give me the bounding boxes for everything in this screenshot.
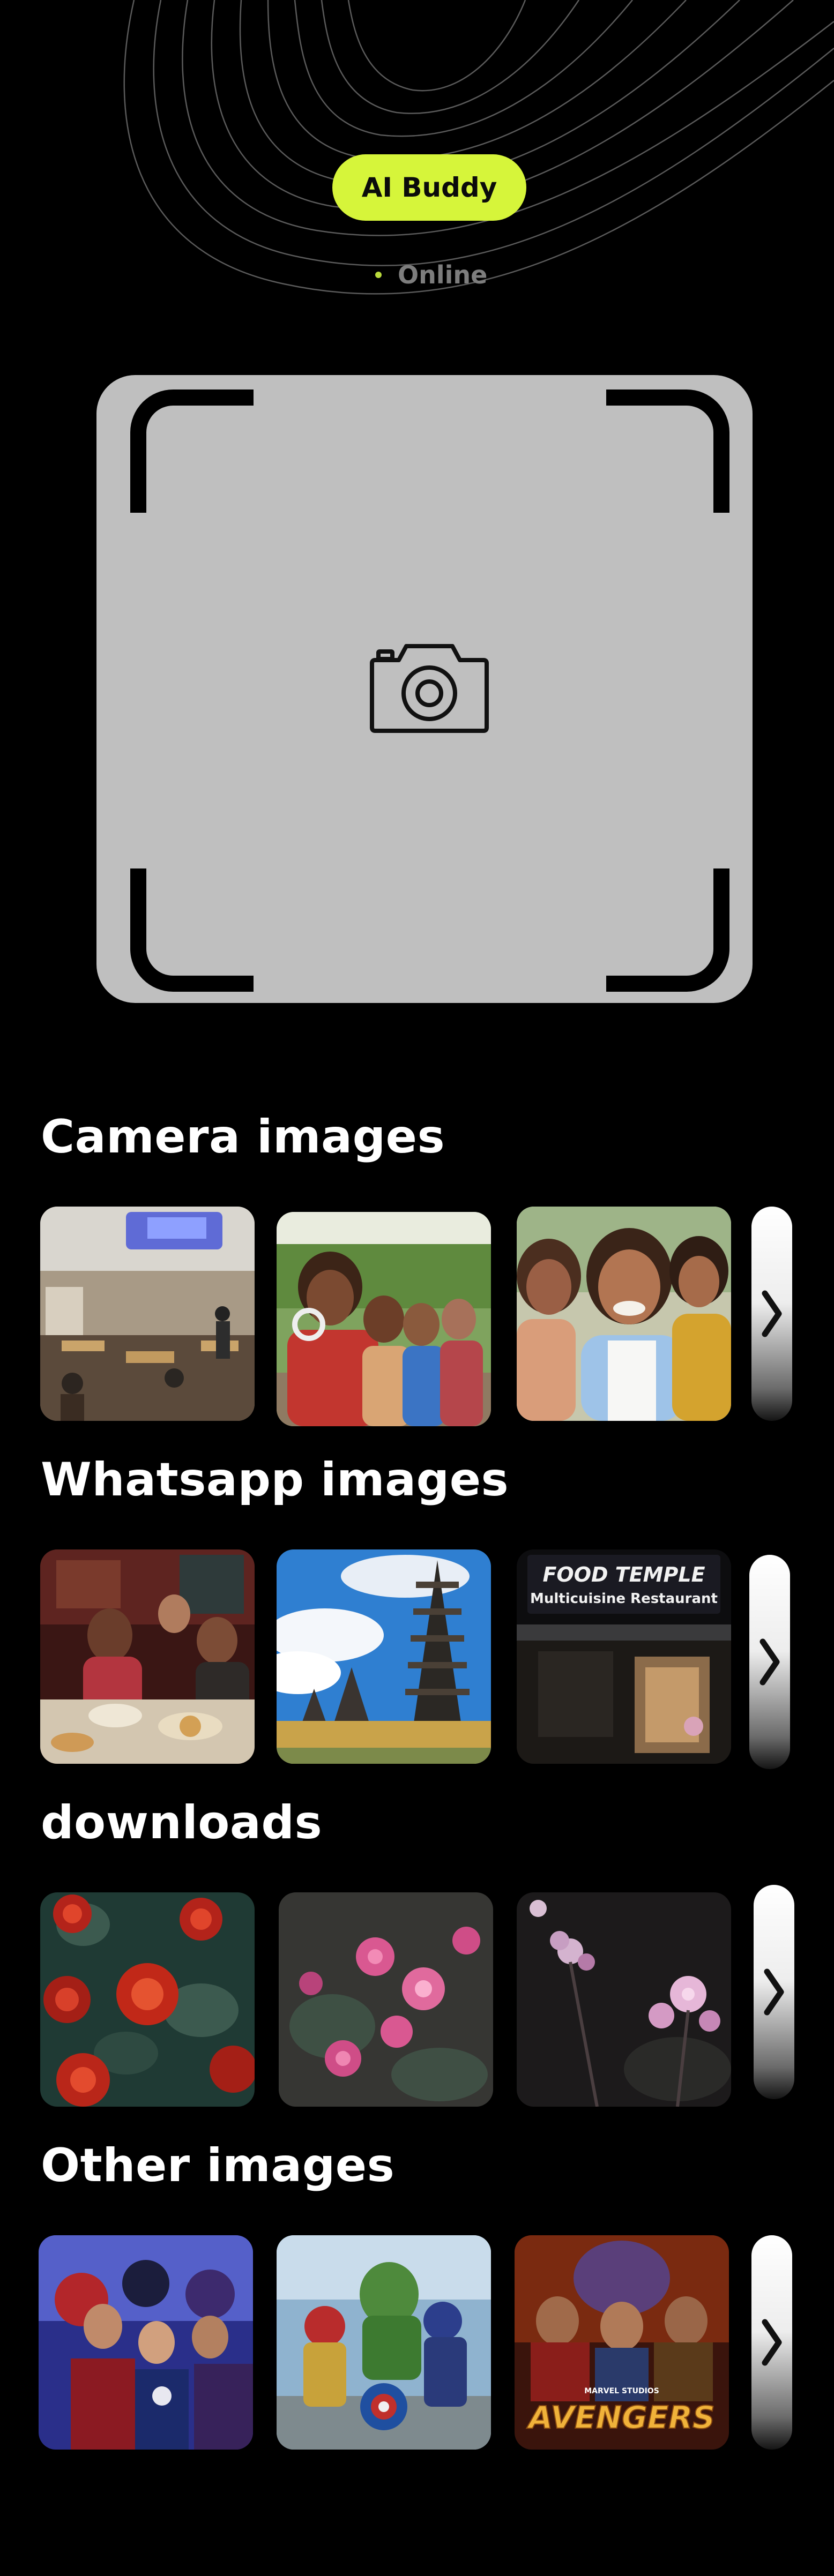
food-temple-restaurant-image: FOOD TEMPLE Multicuisine Restaurant bbox=[517, 1549, 731, 1764]
more-button-downloads[interactable] bbox=[754, 1885, 794, 2099]
restaurant-interior-image bbox=[40, 1207, 255, 1421]
ai-buddy-label: AI Buddy bbox=[361, 172, 497, 203]
more-button-whatsapp-images[interactable] bbox=[749, 1555, 790, 1769]
viewfinder-corner-top-right bbox=[606, 390, 729, 513]
viewfinder-corner-top-left bbox=[130, 390, 254, 513]
dark-pink-blossoms-image bbox=[517, 1892, 731, 2107]
thumb-red-roses[interactable] bbox=[40, 1892, 255, 2107]
avengers-endgame-poster-image bbox=[39, 2235, 253, 2450]
chevron-right-icon bbox=[759, 1638, 780, 1686]
more-button-camera-images[interactable] bbox=[751, 1207, 792, 1421]
thumb-balinese-temple-towers[interactable] bbox=[277, 1549, 491, 1764]
thumb-avengers-infinity-war-poster[interactable]: MARVEL STUDIOS AVENGERS bbox=[515, 2235, 729, 2450]
online-status: Online bbox=[375, 260, 487, 289]
section-title-whatsapp-images: Whatsapp images bbox=[41, 1453, 509, 1507]
camera-capture-area[interactable] bbox=[96, 375, 753, 1003]
thumb-food-temple-restaurant[interactable]: FOOD TEMPLE Multicuisine Restaurant bbox=[517, 1549, 731, 1764]
dinner-table-friends-image bbox=[40, 1549, 255, 1764]
poster-studio-text: MARVEL STUDIOS bbox=[584, 2387, 659, 2395]
food-temple-sign-line2: Multicuisine Restaurant bbox=[530, 1591, 718, 1607]
thumb-friends-group-selfie[interactable] bbox=[277, 1212, 491, 1426]
thumb-avengers-endgame-poster[interactable] bbox=[39, 2235, 253, 2450]
chevron-right-icon bbox=[762, 2319, 782, 2366]
thumb-women-selfie[interactable] bbox=[517, 1207, 731, 1421]
section-title-other-images: Other images bbox=[41, 2139, 395, 2192]
status-dot-icon bbox=[375, 272, 382, 278]
viewfinder-corner-bottom-left bbox=[130, 868, 254, 992]
food-temple-sign-line1: FOOD TEMPLE bbox=[542, 1563, 705, 1586]
chevron-right-icon bbox=[764, 1968, 784, 2016]
camera-icon[interactable] bbox=[368, 640, 491, 734]
ai-buddy-badge[interactable]: AI Buddy bbox=[332, 154, 526, 221]
balinese-temple-towers-image bbox=[277, 1549, 491, 1764]
status-text: Online bbox=[398, 260, 488, 289]
avengers-heroes-art-image bbox=[277, 2235, 491, 2450]
poster-brand-text: AVENGERS bbox=[526, 2399, 715, 2436]
section-title-camera-images: Camera images bbox=[41, 1110, 445, 1164]
thumb-pink-flowers[interactable] bbox=[279, 1892, 493, 2107]
thumb-avengers-heroes-art[interactable] bbox=[277, 2235, 491, 2450]
thumb-dinner-table-friends[interactable] bbox=[40, 1549, 255, 1764]
section-title-downloads: downloads bbox=[41, 1796, 323, 1849]
thumb-restaurant-interior[interactable] bbox=[40, 1207, 255, 1421]
viewfinder-corner-bottom-right bbox=[606, 868, 729, 992]
thumb-dark-pink-blossoms[interactable] bbox=[517, 1892, 731, 2107]
chevron-right-icon bbox=[762, 1290, 782, 1337]
more-button-other-images[interactable] bbox=[751, 2235, 792, 2450]
women-selfie-image bbox=[517, 1207, 731, 1421]
pink-flowers-image bbox=[279, 1892, 493, 2107]
red-roses-image bbox=[40, 1892, 255, 2107]
avengers-infinity-war-poster-image: MARVEL STUDIOS AVENGERS bbox=[515, 2235, 729, 2450]
friends-group-selfie-image bbox=[277, 1212, 491, 1426]
